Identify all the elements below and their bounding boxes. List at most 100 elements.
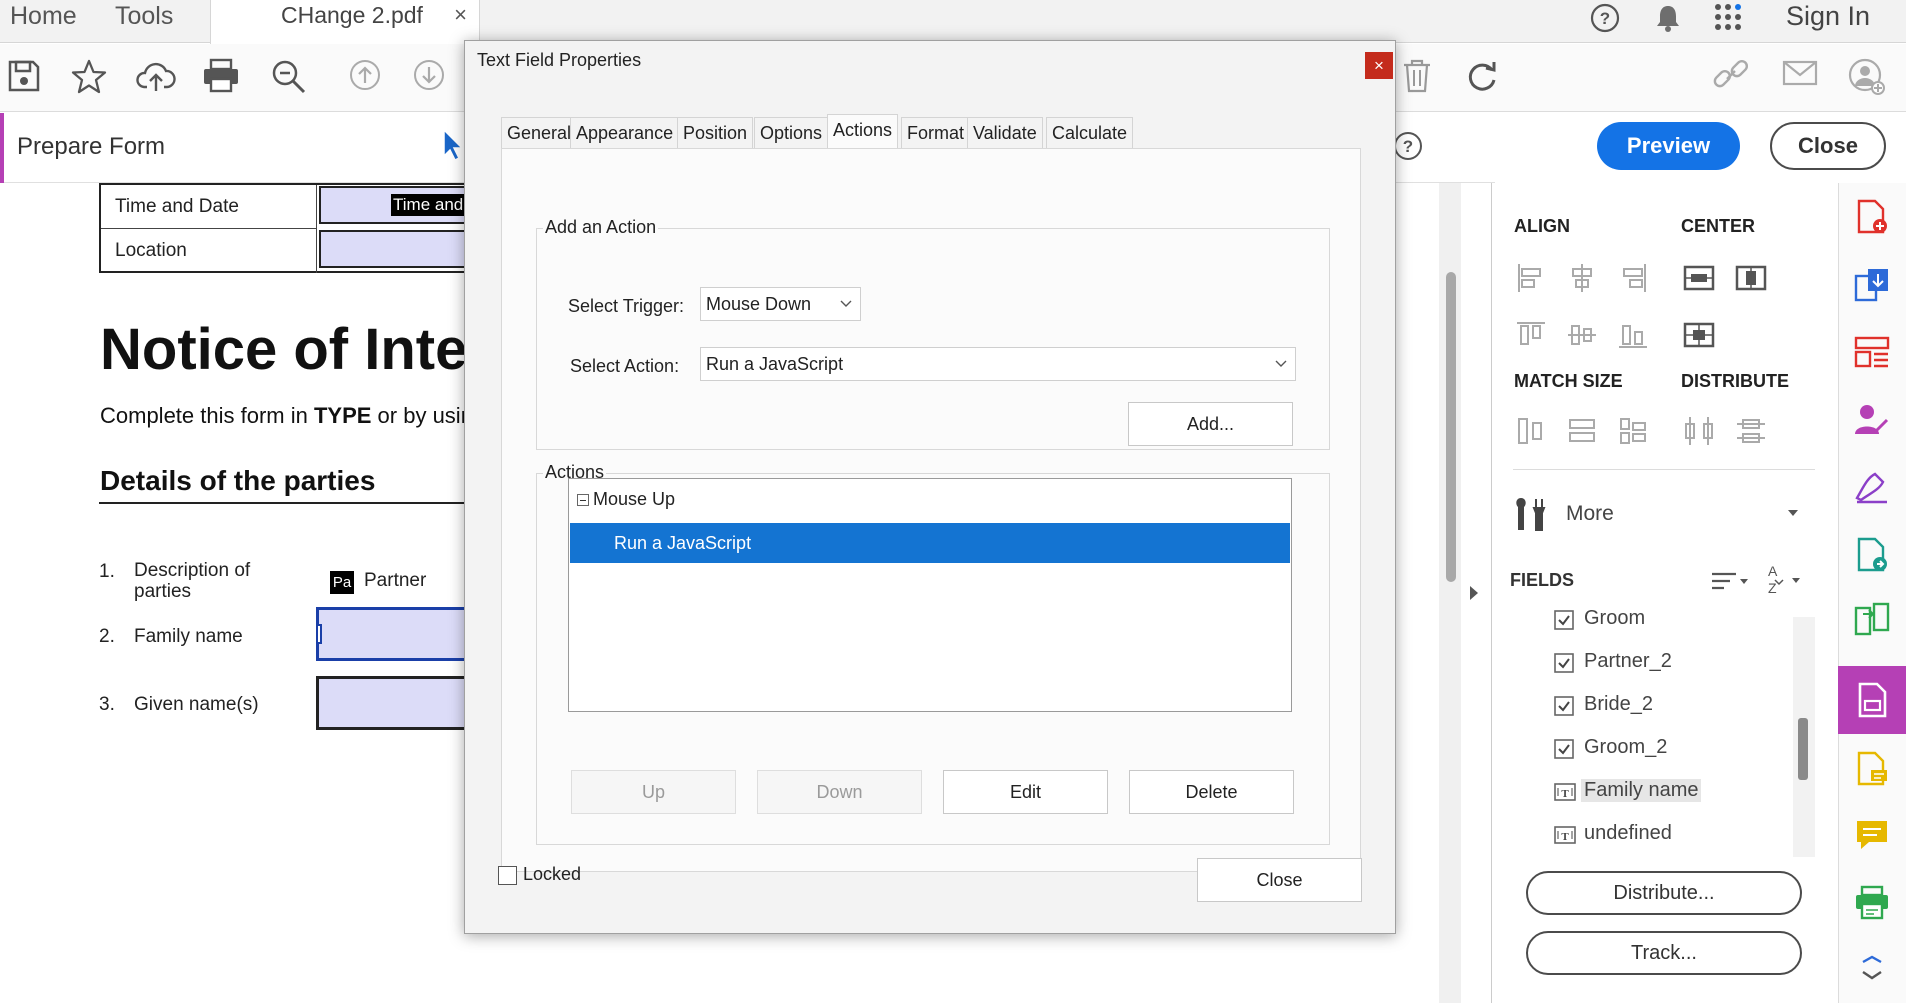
tree-node-mouse-up[interactable]: Mouse Up [577,489,675,510]
organize-pages-icon[interactable] [1853,334,1891,372]
center-horizontally-icon[interactable] [1682,261,1716,295]
more-tools-chevron-icon[interactable] [1853,948,1891,986]
item-number: 3. [99,694,115,715]
request-signature-icon[interactable] [1853,402,1891,440]
bell-icon[interactable] [1654,3,1682,36]
track-button[interactable]: Track... [1526,931,1802,975]
rotate-icon[interactable] [1464,58,1504,98]
compare-files-icon[interactable] [1853,600,1891,638]
tab-general[interactable]: General [501,117,578,149]
dialog-close-icon[interactable]: × [1365,52,1393,79]
match-height-icon[interactable] [1565,414,1599,448]
sort-alphabetical-icon[interactable]: AZ [1766,562,1806,596]
action-select[interactable]: Run a JavaScript [700,347,1296,381]
given-names-field[interactable] [316,676,476,730]
panel-splitter[interactable] [1491,183,1492,1003]
cloud-upload-icon[interactable] [136,58,176,98]
align-left-icon[interactable] [1514,261,1548,295]
tab-appearance[interactable]: Appearance [570,117,680,149]
edit-pdf-icon[interactable] [1853,536,1891,574]
previous-page-icon[interactable] [348,58,388,98]
item-number: 1. [99,561,115,582]
table-row-label: Time and Date [115,196,239,217]
create-pdf-icon[interactable] [1853,198,1891,236]
align-right-icon[interactable] [1616,261,1650,295]
align-top-icon[interactable] [1514,318,1548,352]
trigger-select[interactable]: Mouse Down [700,287,861,321]
add-action-button[interactable]: Add... [1128,402,1293,446]
email-icon[interactable] [1782,58,1822,98]
comment-icon[interactable] [1853,816,1891,854]
tab-position[interactable]: Position [677,117,754,149]
help-icon[interactable]: ? [1590,3,1620,36]
link-icon[interactable] [1712,58,1752,98]
match-size-heading: MATCH SIZE [1514,371,1623,391]
checkbox-field-icon [1554,696,1574,716]
family-name-field[interactable] [316,607,476,661]
center-vertically-icon[interactable] [1734,261,1768,295]
collapse-panel-icon[interactable] [1468,584,1480,602]
tab-options[interactable]: Options [754,117,829,149]
sign-in-link[interactable]: Sign In [1786,1,1870,32]
distribute-vertically-icon[interactable] [1734,414,1768,448]
time-and-date-field[interactable]: Time and [319,186,479,224]
zoom-icon[interactable] [270,58,310,98]
prepare-help-icon[interactable]: ? [1393,131,1423,161]
tools-wrench-icon[interactable] [1512,496,1546,531]
actions-tree[interactable]: Mouse Up Run a JavaScript [568,478,1292,712]
comment-doc-icon[interactable] [1853,750,1891,788]
more-dropdown-icon[interactable] [1786,506,1800,520]
edit-action-button[interactable]: Edit [943,770,1108,814]
tree-item-selected[interactable]: Run a JavaScript [570,523,1290,563]
tab-actions[interactable]: Actions [827,114,899,150]
prepare-form-icon[interactable] [1853,681,1891,719]
resize-handle[interactable] [316,624,322,644]
more-tools-label[interactable]: More [1566,502,1614,526]
action-select-value: Run a JavaScript [706,354,844,374]
apps-grid-icon[interactable] [1713,2,1743,35]
distribute-heading: DISTRIBUTE [1681,371,1789,391]
tab-format[interactable]: Format [901,117,971,149]
preview-button[interactable]: Preview [1597,122,1740,170]
delete-trash-icon[interactable] [1400,58,1440,98]
move-up-button[interactable]: Up [571,770,736,814]
document-tab[interactable]: CHange 2.pdf × [210,0,480,44]
checkbox-field-icon [1554,653,1574,673]
document-scrollbar-thumb[interactable] [1446,272,1456,582]
print-icon[interactable] [202,58,242,98]
move-down-button[interactable]: Down [757,770,922,814]
distribute-button[interactable]: Distribute... [1526,871,1802,915]
center-both-icon[interactable] [1682,318,1716,352]
tab-validate[interactable]: Validate [967,117,1043,149]
tree-node-label: Mouse Up [593,489,676,509]
tools-tab[interactable]: Tools [115,0,173,43]
bookmark-star-icon[interactable] [70,58,110,98]
align-horizontal-center-icon[interactable] [1565,261,1599,295]
share-user-icon[interactable] [1848,58,1888,98]
match-both-icon[interactable] [1616,414,1650,448]
dialog-close-button[interactable]: Close [1197,858,1362,902]
align-bottom-icon[interactable] [1616,318,1650,352]
table-row-label: Location [115,240,187,261]
sort-order-icon[interactable] [1710,568,1752,594]
export-pdf-icon[interactable] [1853,266,1891,304]
tab-calculate[interactable]: Calculate [1046,117,1134,149]
print-production-icon[interactable] [1853,884,1891,922]
collapse-minus-icon[interactable] [577,494,589,506]
fill-sign-icon[interactable] [1853,468,1891,506]
home-tab[interactable]: Home [10,0,77,43]
distribute-horizontally-icon[interactable] [1682,414,1716,448]
save-icon[interactable] [6,58,46,98]
location-field[interactable] [319,230,479,268]
select-action-label: Select Action: [570,356,680,376]
next-page-icon[interactable] [412,58,452,98]
align-vertical-center-icon[interactable] [1565,318,1599,352]
fields-list-scrollbar-thumb[interactable] [1798,718,1808,780]
locked-checkbox[interactable] [498,866,517,885]
match-width-icon[interactable] [1514,414,1548,448]
panel-divider [1513,469,1815,470]
close-form-button[interactable]: Close [1770,122,1886,170]
delete-action-button[interactable]: Delete [1129,770,1294,814]
partner-tag-icon[interactable]: Pa [330,571,354,594]
document-tab-close-icon[interactable]: × [454,2,467,28]
